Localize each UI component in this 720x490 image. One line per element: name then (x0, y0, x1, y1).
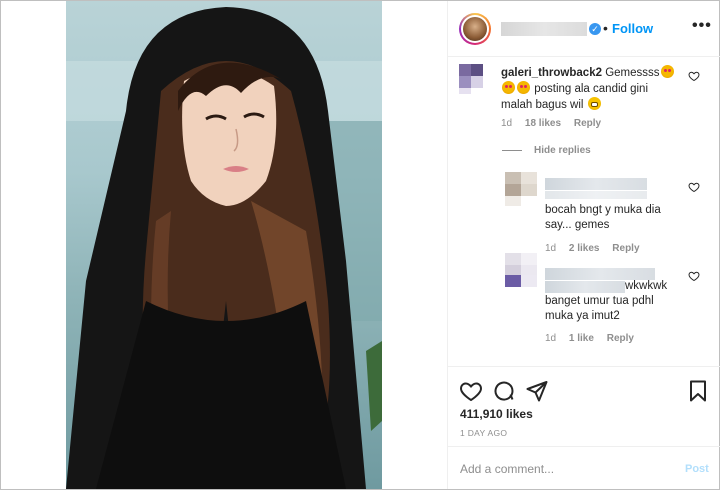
post-photo[interactable] (66, 1, 382, 489)
media-panel (1, 1, 446, 489)
reply-button[interactable]: Reply (574, 118, 601, 129)
more-options-icon[interactable]: ••• (692, 17, 712, 35)
heart-eyes-emoji-icon (502, 81, 515, 94)
reply-text-line1: banget umur tua pdhl (545, 295, 654, 307)
reply-text-line0: wkwkwk (625, 280, 668, 292)
reply-time: 1d (545, 243, 557, 254)
reply-text-line2: muka ya imut2 (545, 310, 620, 322)
heart-eyes-emoji-icon (660, 65, 674, 78)
avatar-image (463, 17, 487, 41)
like-comment-heart-icon[interactable] (688, 70, 700, 82)
photo-illustration (66, 7, 382, 489)
share-icon[interactable] (525, 379, 549, 403)
comment-icon[interactable] (492, 379, 516, 403)
reply-likes[interactable]: 1 like (569, 333, 594, 344)
comment-time: 1d (501, 118, 513, 129)
reply-body: bocah bngt y muka dia say... gemes (545, 203, 685, 233)
comment-input[interactable] (460, 461, 660, 477)
likes-count[interactable]: 411,910 likes (460, 407, 533, 421)
author-avatar[interactable] (459, 13, 491, 45)
comment-text-1: Gemessss (605, 67, 660, 79)
comment-likes[interactable]: 18 likes (525, 118, 561, 129)
verified-badge-icon: ✓ (589, 23, 601, 35)
reply-button[interactable]: Reply (607, 333, 634, 344)
comment-username[interactable]: galeri_throwback2 (501, 67, 602, 79)
reply-avatar[interactable] (505, 172, 537, 208)
like-reply-heart-icon[interactable] (688, 270, 700, 282)
reply-text-line1: bocah bngt y muka dia (545, 204, 661, 216)
grinning-emoji-icon (587, 97, 601, 110)
comment-meta: 1d 18 likes Reply (501, 118, 611, 129)
commenter-avatar[interactable] (459, 64, 491, 96)
reply-meta: 1d 2 likes Reply (545, 243, 650, 254)
separator-dot: • (603, 20, 608, 36)
heart-icon[interactable] (459, 379, 483, 403)
reply-avatar[interactable] (505, 253, 537, 289)
action-bar: 411,910 likes 1 DAY AGO (448, 366, 720, 446)
comments-list[interactable]: galeri_throwback2 Gemessss posting ala c… (448, 58, 720, 366)
reply-text-line2: say... gemes (545, 219, 610, 231)
add-comment-bar: Post (448, 446, 720, 489)
author-username-redacted[interactable] (501, 22, 587, 36)
follow-button[interactable]: Follow (612, 21, 653, 36)
comment-text-2: posting ala candid gini (534, 83, 649, 95)
details-panel: ✓ • Follow ••• galeri_throwback2 Gemesss… (447, 1, 720, 489)
reply-likes[interactable]: 2 likes (569, 243, 600, 254)
like-reply-heart-icon[interactable] (688, 181, 700, 193)
post-time[interactable]: 1 DAY AGO (460, 428, 507, 438)
heart-eyes-emoji-icon (517, 81, 530, 94)
reply-body: wkwkwk banget umur tua pdhl muka ya imut… (545, 279, 690, 324)
reply-button[interactable]: Reply (612, 243, 639, 254)
post-button[interactable]: Post (685, 463, 709, 475)
post-header: ✓ • Follow ••• (448, 1, 720, 57)
bookmark-icon[interactable] (686, 379, 710, 403)
reply-meta: 1d 1 like Reply (545, 333, 644, 344)
hide-replies-button[interactable]: Hide replies (534, 145, 591, 156)
comment-body: galeri_throwback2 Gemessss posting ala c… (501, 65, 686, 113)
comment-text-3: malah bagus wil (501, 99, 584, 111)
reply-time: 1d (545, 333, 557, 344)
divider-line (502, 150, 522, 151)
reply-username-redacted[interactable] (545, 178, 647, 190)
